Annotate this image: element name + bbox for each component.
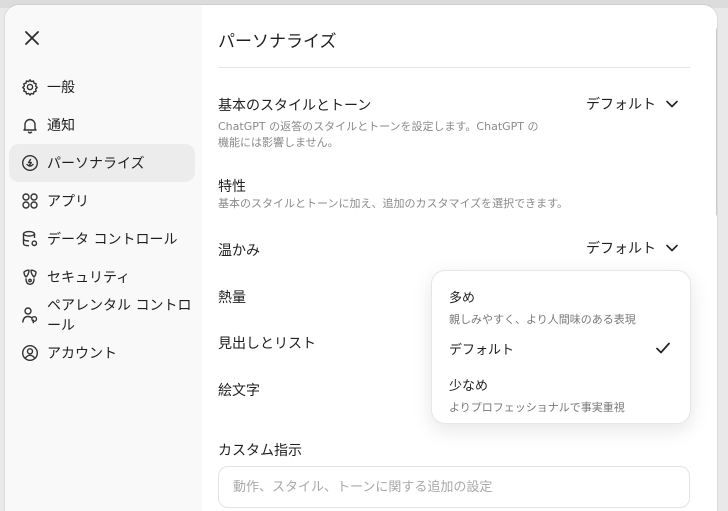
sidebar-item-label: アプリ	[47, 194, 89, 210]
settings-main: パーソナライズ 基本のスタイルとトーン デフォルト ChatGPT の返答のスタ…	[218, 5, 690, 511]
settings-sidebar: 一般 通知 パーソナライズ アプリ データ コントロール セキュリティ ペアレン…	[5, 5, 202, 511]
warmth-value: デフォルト	[586, 241, 656, 257]
dropdown-option-more[interactable]: 多め 親しみやすく、より人間味のある表現	[432, 287, 690, 327]
shield-lock-icon	[21, 268, 39, 286]
custom-instructions-input[interactable]	[218, 466, 690, 508]
sidebar-item-personalize[interactable]: パーソナライズ	[9, 144, 195, 182]
base-style-label: 基本のスタイルとトーン	[218, 98, 372, 114]
traits-label: 特性	[218, 179, 246, 195]
apps-grid-icon	[21, 192, 39, 210]
page-title: パーソナライズ	[218, 32, 337, 52]
parent-user-icon	[21, 306, 39, 324]
sidebar-item-label: アカウント	[47, 346, 117, 362]
warmth-dropdown-menu: 多め 親しみやすく、より人間味のある表現 デフォルト 少なめ よりプロフェッショ…	[431, 270, 691, 424]
checkmark-icon	[656, 339, 670, 358]
sidebar-item-account[interactable]: アカウント	[9, 334, 195, 372]
enthusiasm-label: 熱量	[218, 290, 246, 306]
personalize-icon	[21, 154, 39, 172]
base-style-description: ChatGPT の返答のスタイルとトーンを設定します。ChatGPT の機能には…	[218, 120, 539, 149]
sidebar-item-label: パーソナライズ	[47, 156, 145, 172]
option-title: 多め	[449, 291, 476, 306]
option-description: よりプロフェッショナルで事実重視	[449, 401, 625, 414]
close-icon	[25, 31, 39, 45]
account-circle-icon	[21, 344, 39, 362]
sidebar-item-label: 一般	[47, 80, 75, 96]
scrollbar-thumb[interactable]	[716, 27, 717, 217]
option-description: 親しみやすく、より人間味のある表現	[449, 313, 636, 326]
custom-instructions-label: カスタム指示	[218, 443, 302, 459]
settings-dialog: 一般 通知 パーソナライズ アプリ データ コントロール セキュリティ ペアレン…	[5, 5, 717, 511]
sidebar-item-general[interactable]: 一般	[9, 68, 195, 106]
dropdown-option-default[interactable]: デフォルト	[432, 339, 690, 358]
warmth-select[interactable]: デフォルト	[586, 236, 678, 260]
chevron-down-icon	[666, 100, 678, 108]
chevron-down-icon	[666, 244, 678, 252]
title-divider	[218, 67, 690, 68]
database-gear-icon	[21, 230, 39, 248]
warmth-label: 温かみ	[218, 243, 260, 259]
settings-nav: 一般 通知 パーソナライズ アプリ データ コントロール セキュリティ ペアレン…	[9, 68, 195, 372]
headers-lists-label: 見出しとリスト	[218, 336, 316, 352]
dropdown-option-less[interactable]: 少なめ よりプロフェッショナルで事実重視	[432, 375, 690, 415]
base-style-select[interactable]: デフォルト	[586, 92, 678, 116]
bell-icon	[21, 116, 39, 134]
gear-icon	[21, 78, 39, 96]
sidebar-item-notifications[interactable]: 通知	[9, 106, 195, 144]
sidebar-item-security[interactable]: セキュリティ	[9, 258, 195, 296]
sidebar-item-parental-controls[interactable]: ペアレンタル コントロール	[9, 296, 195, 334]
sidebar-item-label: 通知	[47, 118, 75, 134]
sidebar-item-label: データ コントロール	[47, 232, 178, 248]
option-title: 少なめ	[449, 379, 489, 394]
sidebar-item-label: ペアレンタル コントロール	[47, 298, 192, 334]
emoji-label: 絵文字	[218, 383, 260, 399]
sidebar-item-data-controls[interactable]: データ コントロール	[9, 220, 195, 258]
option-title: デフォルト	[449, 343, 515, 358]
sidebar-item-apps[interactable]: アプリ	[9, 182, 195, 220]
close-button[interactable]	[19, 25, 45, 51]
sidebar-item-label: セキュリティ	[47, 270, 131, 286]
base-style-value: デフォルト	[586, 97, 656, 113]
traits-description: 基本のスタイルとトーンに加え、追加のカスタマイズを選択できます。	[218, 197, 569, 210]
